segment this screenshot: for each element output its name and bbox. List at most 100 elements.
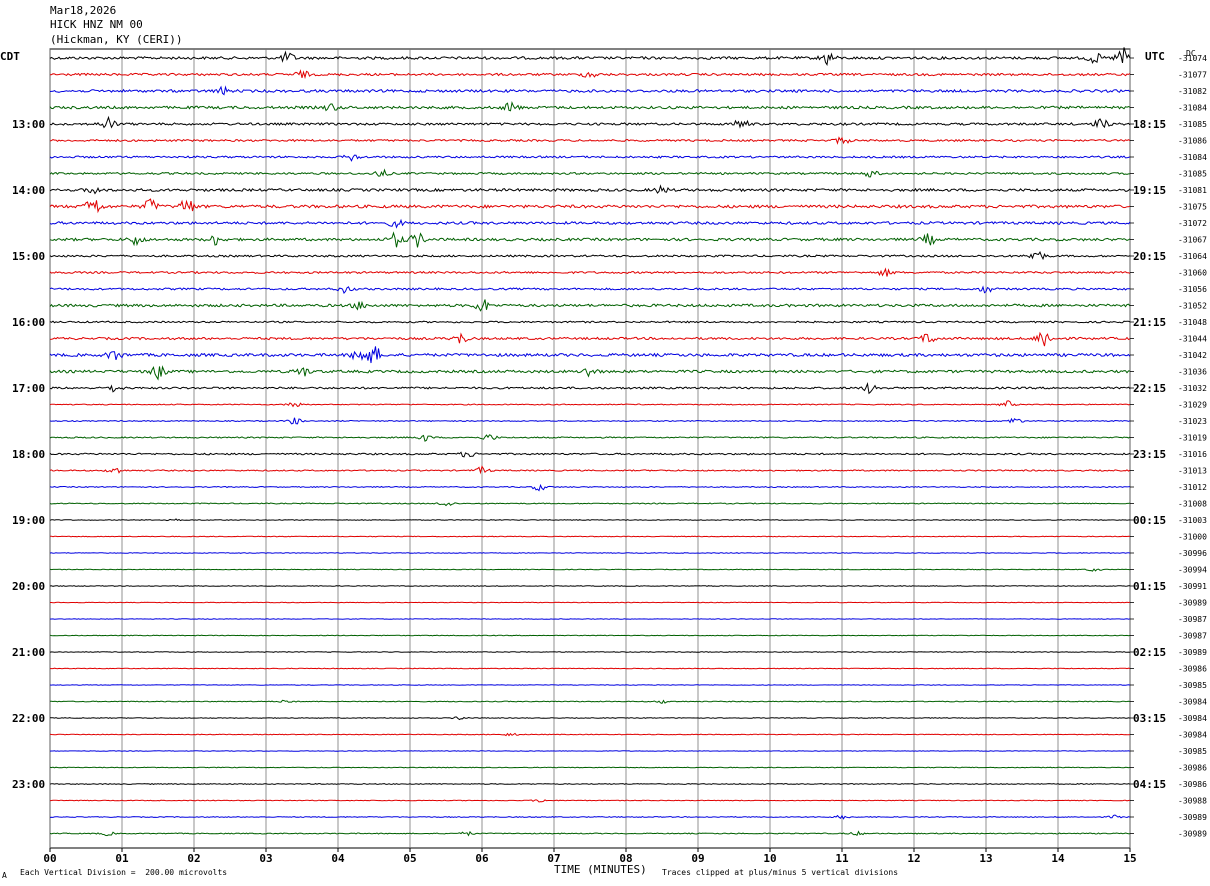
dc-offset-label: -30984	[1178, 714, 1207, 723]
dc-offset-label: -31064	[1178, 252, 1207, 261]
dc-offset-label: -30984	[1178, 731, 1207, 740]
seismic-trace	[49, 299, 1131, 312]
seismic-trace	[49, 320, 1131, 324]
right-hour-label: 20:15	[1133, 250, 1166, 263]
seismic-trace	[49, 766, 1131, 769]
left-hour-label: 19:00	[12, 514, 45, 527]
right-hour-label: 21:15	[1133, 316, 1166, 329]
dc-offset-label: -30985	[1178, 681, 1207, 690]
seismic-trace	[49, 483, 1131, 492]
right-hour-label: 00:15	[1133, 514, 1166, 527]
dc-offset-label: -31077	[1178, 71, 1207, 80]
time-gridlines	[49, 48, 1131, 849]
dc-offset-label: -30989	[1178, 599, 1207, 608]
right-hour-label: 18:15	[1133, 118, 1166, 131]
seismic-trace	[49, 783, 1131, 785]
dc-offset-label: -31084	[1178, 104, 1207, 113]
seismic-traces	[49, 47, 1131, 837]
header-date: Mar18,2026	[50, 4, 117, 17]
seismic-trace	[49, 136, 1131, 145]
seismic-trace	[49, 434, 1131, 442]
right-hour-label: 04:15	[1133, 778, 1166, 791]
dc-offset-label: -31042	[1178, 351, 1207, 360]
dc-offset-label: -31056	[1178, 285, 1207, 294]
dc-offset-label: -31085	[1178, 170, 1207, 179]
dc-offset-label: -30986	[1178, 665, 1207, 674]
seismic-trace	[49, 417, 1131, 425]
right-hour-label: 22:15	[1133, 382, 1166, 395]
dc-offset-label: -30989	[1178, 648, 1207, 657]
left-hour-label: 17:00	[12, 382, 45, 395]
dc-corner-label: DC	[1186, 49, 1196, 58]
x-tick-label: 14	[1051, 852, 1065, 865]
seismic-trace	[49, 651, 1131, 653]
seismic-trace	[49, 331, 1131, 347]
left-hour-label: 23:00	[12, 778, 45, 791]
dc-offset-label: -31072	[1178, 219, 1207, 228]
dc-offset-label: -30987	[1178, 615, 1207, 624]
x-tick-label: 01	[115, 852, 129, 865]
left-hour-label: 22:00	[12, 712, 45, 725]
seismic-trace	[49, 381, 1131, 395]
dc-offset-label: -31003	[1178, 516, 1207, 525]
seismic-trace	[49, 85, 1131, 96]
left-hour-label: 15:00	[12, 250, 45, 263]
right-hour-label: 19:15	[1133, 184, 1166, 197]
dc-offset-label: -30996	[1178, 549, 1207, 558]
dc-offset-label: -30989	[1178, 813, 1207, 822]
seismic-trace	[49, 184, 1131, 195]
x-tick-label: 02	[187, 852, 200, 865]
x-tick-label: 09	[691, 852, 704, 865]
dc-offset-label: -30984	[1178, 698, 1207, 707]
x-tick-label: 11	[835, 852, 849, 865]
right-timezone-label: UTC	[1145, 50, 1165, 63]
seismic-trace	[49, 732, 1131, 737]
left-hour-label: 14:00	[12, 184, 45, 197]
dc-offset-label: -31085	[1178, 120, 1207, 129]
seismic-trace	[49, 814, 1131, 820]
seismic-trace	[49, 799, 1131, 803]
seismic-trace	[49, 267, 1131, 277]
dc-offset-label: -31000	[1178, 533, 1207, 542]
left-hour-label: 18:00	[12, 448, 45, 461]
dc-offset-label: -31013	[1178, 467, 1207, 476]
dc-offset-label: -31016	[1178, 450, 1207, 459]
dc-offset-label: -31048	[1178, 318, 1207, 327]
seismic-trace	[49, 69, 1131, 80]
dc-offset-label: -30991	[1178, 582, 1207, 591]
right-hour-label: 02:15	[1133, 646, 1166, 659]
left-hour-label: 20:00	[12, 580, 45, 593]
dc-offset-label: -31060	[1178, 269, 1207, 278]
seismic-trace	[49, 47, 1131, 66]
dc-offset-label: -31067	[1178, 236, 1207, 245]
dc-offset-label: -31032	[1178, 384, 1207, 393]
x-tick-label: 13	[979, 852, 992, 865]
x-tick-label: 00	[43, 852, 56, 865]
left-hour-label: 21:00	[12, 646, 45, 659]
dc-offset-label: -31075	[1178, 203, 1207, 212]
seismic-trace	[49, 400, 1131, 408]
x-tick-label: 05	[403, 852, 416, 865]
seismogram-plot: 00 01 02 03 04 05 06 07 08 09 10 11 12 13 14 15 -31074-…	[12, 47, 1207, 865]
right-hour-label: 03:15	[1133, 712, 1166, 725]
left-hour-label: 13:00	[12, 118, 45, 131]
left-timezone-label: CDT	[0, 50, 20, 63]
seismic-trace	[50, 699, 1131, 705]
dc-offset-label: -31019	[1178, 434, 1207, 443]
hour-labels: -31074-31077-31082-31084-31085-31086-310…	[12, 54, 1207, 839]
dc-offset-label: -31081	[1178, 186, 1207, 195]
seismic-trace	[49, 451, 1131, 458]
seismic-trace	[50, 716, 1131, 721]
seismic-trace	[49, 365, 1131, 381]
seismic-trace	[49, 518, 1131, 522]
header-location: (Hickman, KY (CERI))	[50, 33, 183, 46]
seismic-trace	[49, 830, 1130, 837]
dc-offset-label: -30988	[1178, 797, 1207, 806]
seismic-trace	[49, 218, 1131, 229]
seismic-trace	[49, 465, 1131, 475]
seismic-trace	[49, 502, 1131, 507]
dc-offset-label: -30987	[1178, 632, 1207, 641]
dc-offset-label: -31082	[1178, 87, 1207, 96]
dc-offset-label: -31036	[1178, 368, 1207, 377]
plot-frame	[49, 48, 1131, 849]
